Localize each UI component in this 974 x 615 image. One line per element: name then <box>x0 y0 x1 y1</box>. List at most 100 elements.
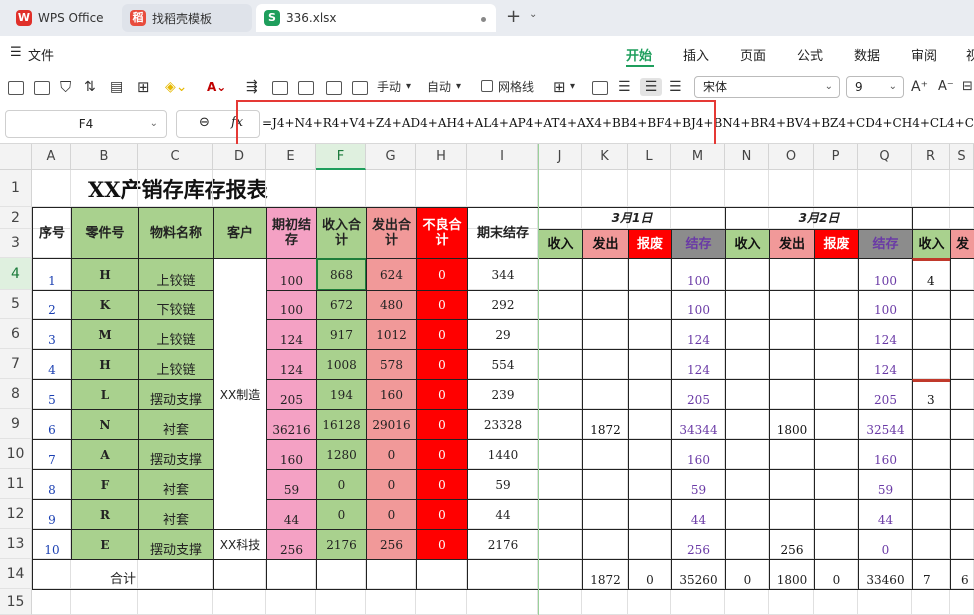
cell-out-total[interactable]: 624 <box>366 258 417 291</box>
cell-daily[interactable] <box>950 258 974 291</box>
cell-closing[interactable]: 1440 <box>467 439 539 470</box>
cell-total[interactable]: 35260 <box>671 559 726 590</box>
cell-part[interactable]: H <box>71 258 139 291</box>
grid-cell[interactable] <box>32 170 71 207</box>
column-header-F[interactable]: F <box>316 144 366 170</box>
cell-material[interactable]: 衬套 <box>138 499 214 530</box>
cell-total[interactable]: 0 <box>814 559 859 590</box>
font-family-select[interactable]: 宋体 ⌄ <box>694 76 840 98</box>
cell-closing[interactable]: 59 <box>467 469 539 500</box>
cell-daily[interactable] <box>769 499 815 530</box>
cell-daily[interactable] <box>628 319 672 350</box>
grid-cell[interactable] <box>71 589 138 615</box>
paste-icon[interactable] <box>8 78 24 96</box>
cell-defect-total[interactable]: 0 <box>416 469 468 500</box>
grid-cell[interactable] <box>582 589 628 615</box>
header-material[interactable]: 物料名称 <box>138 207 214 259</box>
tab-336-xlsx[interactable]: S 336.xlsx <box>256 4 496 32</box>
row-header-8[interactable]: 8 <box>0 379 32 409</box>
cell-daily[interactable] <box>628 290 672 320</box>
cell-daily[interactable] <box>628 258 672 291</box>
subheader-cell[interactable]: 收入 <box>538 229 583 259</box>
cell-total[interactable]: 0 <box>628 559 672 590</box>
cell-material[interactable]: 摆动支撑 <box>138 439 214 470</box>
cell-daily[interactable] <box>582 349 629 380</box>
sheet-grid[interactable]: XX产销存库存报表 序号 零件号 物料名称 客户 期初结存 收入合计 发出合计 不良合计 期末结存… <box>32 170 974 615</box>
cell-daily[interactable] <box>725 258 770 291</box>
cell-material[interactable]: 摆动支撑 <box>138 529 214 560</box>
cell-total[interactable]: 1872 <box>582 559 629 590</box>
cell-daily[interactable] <box>538 349 583 380</box>
merge-icon[interactable] <box>272 78 288 96</box>
cell-seq[interactable]: 3 <box>32 319 72 350</box>
cell-daily[interactable] <box>538 469 583 500</box>
grid-cell[interactable] <box>467 589 538 615</box>
cell-daily[interactable] <box>582 469 629 500</box>
indent-icon[interactable] <box>352 78 368 96</box>
cell-seq[interactable]: 9 <box>32 499 72 530</box>
cell-closing[interactable]: 29 <box>467 319 539 350</box>
column-header-A[interactable]: A <box>32 144 71 170</box>
table-style-icon[interactable]: ⊞ <box>553 78 566 96</box>
cell-daily[interactable] <box>814 499 859 530</box>
column-header-Q[interactable]: Q <box>858 144 912 170</box>
grid-cell[interactable] <box>266 170 316 207</box>
cell-total[interactable]: 33460 <box>858 559 913 590</box>
grid-cell[interactable] <box>538 589 582 615</box>
grid-cell[interactable] <box>814 589 858 615</box>
row-header-3[interactable]: 3 <box>0 229 32 258</box>
cell-daily[interactable] <box>950 379 974 410</box>
zoom-formula-icon[interactable]: ⊖ <box>199 115 210 130</box>
cell-out-total[interactable]: 578 <box>366 349 417 380</box>
cell-daily[interactable]: 44 <box>858 499 913 530</box>
cell-seq[interactable]: 6 <box>32 409 72 440</box>
formula-input[interactable]: =J4+N4+R4+V4+Z4+AD4+AH4+AL4+AP4+AT4+AX4+… <box>262 116 974 130</box>
chevron-down-icon[interactable]: ▾ <box>406 78 411 96</box>
cell-total[interactable] <box>538 559 583 590</box>
cell-daily[interactable]: 124 <box>671 349 726 380</box>
cell-daily[interactable] <box>538 409 583 440</box>
cell-seq[interactable]: 4 <box>32 349 72 380</box>
header-customer[interactable]: 客户 <box>213 207 267 259</box>
cell-daily[interactable]: 59 <box>858 469 913 500</box>
cell-daily[interactable] <box>582 258 629 291</box>
cell-part[interactable]: A <box>71 439 139 470</box>
cell-daily[interactable] <box>538 258 583 291</box>
font-color-icon[interactable]: A⌄ <box>207 78 226 96</box>
grid-cell[interactable] <box>912 589 950 615</box>
cell-daily[interactable] <box>725 290 770 320</box>
cell-daily[interactable] <box>538 379 583 410</box>
cell-part[interactable]: F <box>71 469 139 500</box>
plus-icon[interactable]: + <box>506 7 521 27</box>
cell-daily[interactable] <box>814 258 859 291</box>
cell-total[interactable] <box>266 559 317 590</box>
cell-daily[interactable] <box>912 439 951 470</box>
grid-cell[interactable] <box>416 589 467 615</box>
cell-closing[interactable]: 2176 <box>467 529 539 560</box>
cell-material[interactable]: 上铰链 <box>138 319 214 350</box>
fx-icon[interactable]: fx <box>231 115 243 130</box>
cell-daily[interactable] <box>950 409 974 440</box>
cell-in-total[interactable]: 0 <box>316 469 367 500</box>
cell-out-total[interactable]: 256 <box>366 529 417 560</box>
subheader-cell[interactable]: 发出 <box>769 229 815 259</box>
cell-daily[interactable] <box>912 409 951 440</box>
cell-daily[interactable] <box>538 319 583 350</box>
grid-cell[interactable] <box>213 170 266 207</box>
cell-daily[interactable] <box>725 529 770 560</box>
cell-daily[interactable]: 205 <box>671 379 726 410</box>
cell-part[interactable]: N <box>71 409 139 440</box>
cell-opening[interactable]: 124 <box>266 349 317 380</box>
cell-daily[interactable] <box>769 349 815 380</box>
subheader-cell[interactable]: 收入 <box>725 229 770 259</box>
increase-font-icon[interactable]: A⁺ <box>911 78 928 96</box>
cell-daily[interactable] <box>725 439 770 470</box>
cell-in-total[interactable]: 16128 <box>316 409 367 440</box>
name-box[interactable]: F4 ⌄ <box>5 110 167 138</box>
cell-opening[interactable]: 160 <box>266 439 317 470</box>
cell-in-total[interactable]: 1008 <box>316 349 367 380</box>
cell-total[interactable] <box>467 559 539 590</box>
cell-in-total[interactable]: 1280 <box>316 439 367 470</box>
grid-cell[interactable] <box>725 170 769 207</box>
cell-daily[interactable]: 100 <box>671 258 726 291</box>
